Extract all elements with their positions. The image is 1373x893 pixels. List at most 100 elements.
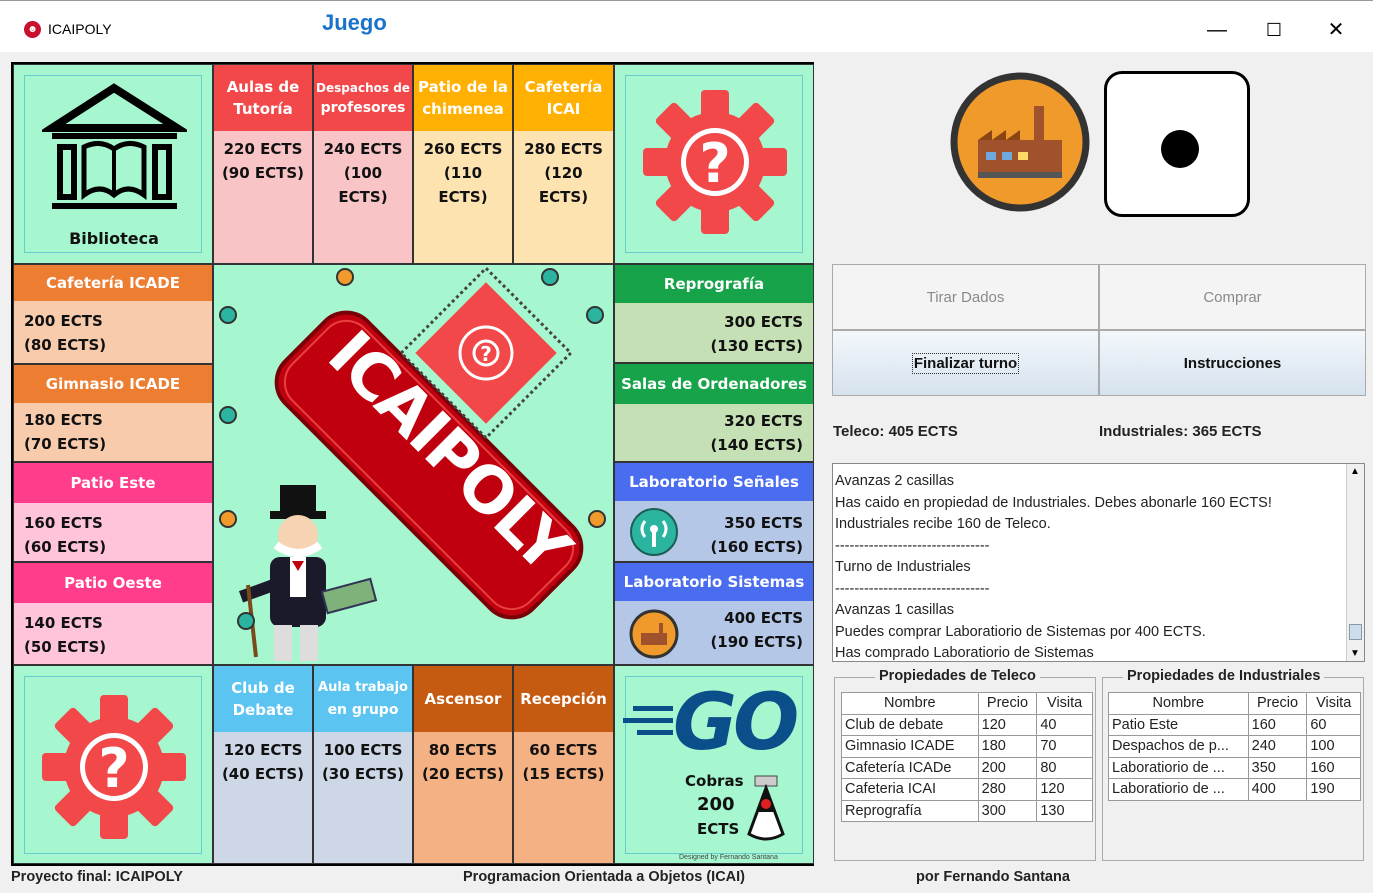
property-price: 320 ECTS <box>724 412 803 430</box>
corner-biblioteca[interactable]: Biblioteca <box>13 64 213 264</box>
property-price: 260 ECTS <box>423 140 503 158</box>
chance-gear-icon: ? <box>42 695 186 839</box>
table-row[interactable]: Club de debate 120 40 <box>841 713 1093 736</box>
svg-text:?: ? <box>480 342 492 366</box>
property-price: 120 ECTS <box>223 741 303 759</box>
library-icon <box>42 83 187 209</box>
maximize-button[interactable]: ☐ <box>1252 15 1296 45</box>
table-cell: 80 <box>1036 756 1093 779</box>
player-token-industriales <box>219 510 237 528</box>
table-cell: 120 <box>1036 778 1093 801</box>
table-cell: 120 <box>977 713 1038 736</box>
roll-dice-button[interactable]: Tirar Dados <box>832 264 1099 330</box>
instructions-button[interactable]: Instrucciones <box>1099 330 1366 396</box>
column-header[interactable]: Visita <box>1036 692 1093 715</box>
property-rent: (20 ECTS) <box>421 765 505 783</box>
property-price: 80 ECTS <box>428 741 498 759</box>
window-title: ICAIPOLY <box>48 21 112 37</box>
table-cell: 350 <box>1247 756 1308 779</box>
property-cafeteria-icade[interactable]: Cafetería ICADE 200 ECTS (80 ECTS) <box>13 264 213 364</box>
column-header[interactable]: Precio <box>977 692 1038 715</box>
property-name: ICAI <box>546 100 581 118</box>
property-rent: (50 ECTS) <box>24 638 107 656</box>
player-token-teleco <box>219 406 237 424</box>
property-name: Tutoría <box>233 100 293 118</box>
property-salas-ordenadores[interactable]: Salas de Ordenadores 320 ECTS (140 ECTS) <box>614 363 814 462</box>
table-cell: 70 <box>1036 735 1093 758</box>
minimize-button[interactable]: — <box>1195 15 1239 45</box>
teleco-properties-table: Nombre Precio Visita Club de debate 120 40 Gi… <box>841 692 1093 822</box>
log-line: Industriales recibe 160 de Teleco. <box>835 516 1051 532</box>
log-line: Avanzas 1 casillas <box>835 602 955 618</box>
property-laboratorio-senales[interactable]: Laboratorio Señales 350 ECTS (160 ECTS) <box>614 462 814 562</box>
game-heading: Juego <box>322 10 387 35</box>
teleco-properties-title: Propiedades de Teleco <box>875 668 1040 684</box>
property-name: Cafetería <box>524 78 603 96</box>
title-bar: ☻ ICAIPOLY Juego — ☐ ✕ <box>0 0 1373 52</box>
property-rent: (90 ECTS) <box>221 164 305 182</box>
table-row[interactable]: Reprografía 300 130 <box>841 799 1093 822</box>
column-header[interactable]: Precio <box>1247 692 1308 715</box>
table-row[interactable]: Despachos de p... 240 100 <box>1108 735 1361 758</box>
property-rent: (100 <box>343 164 383 182</box>
table-cell: 280 <box>977 778 1038 801</box>
property-patio-oeste[interactable]: Patio Oeste 140 ECTS (50 ECTS) <box>13 562 213 665</box>
property-gimnasio-icade[interactable]: Gimnasio ICADE 180 ECTS (70 ECTS) <box>13 364 213 462</box>
property-recepcion[interactable]: Recepción 60 ECTS (15 ECTS) <box>513 665 614 864</box>
table-cell: 240 <box>1247 735 1308 758</box>
table-cell: Reprografía <box>841 799 979 822</box>
corner-go[interactable]: GO Cobras 200 ECTS Designed by Fernando … <box>614 665 814 864</box>
property-club-debate[interactable]: Club de Debate 120 ECTS (40 ECTS) <box>213 665 313 864</box>
table-cell: 400 <box>1247 778 1308 801</box>
buy-button[interactable]: Comprar <box>1099 264 1366 330</box>
log-scrollbar[interactable]: ▲ ▼ <box>1346 464 1364 661</box>
table-cell: 300 <box>977 799 1038 822</box>
property-reprografia[interactable]: Reprografía 300 ECTS (130 ECTS) <box>614 264 814 363</box>
property-laboratorio-sistemas[interactable]: Laboratorio Sistemas 400 ECTS (190 ECTS) <box>614 562 814 665</box>
close-button[interactable]: ✕ <box>1314 15 1358 45</box>
property-price: 100 ECTS <box>323 741 403 759</box>
game-log[interactable]: Avanzas 2 casillas Has caido en propiedad… <box>832 463 1365 662</box>
property-price: 180 ECTS <box>24 411 103 429</box>
svg-text:?: ? <box>98 737 129 800</box>
table-row[interactable]: Cafeteria ICAI 280 120 <box>841 778 1093 801</box>
table-row[interactable]: Laboratiorio de ... 350 160 <box>1108 756 1361 779</box>
corner-chance-bottom[interactable]: ? <box>13 665 213 864</box>
log-line: -------------------------------- <box>835 580 990 597</box>
table-row[interactable]: Cafetería ICADe 200 80 <box>841 756 1093 779</box>
scroll-thumb[interactable] <box>1349 624 1362 640</box>
property-name: Debate <box>232 701 294 719</box>
go-unit: ECTS <box>697 820 740 838</box>
scroll-down-icon[interactable]: ▼ <box>1350 648 1360 659</box>
scroll-up-icon[interactable]: ▲ <box>1350 466 1360 477</box>
table-row[interactable]: Laboratiorio de ... 400 190 <box>1108 778 1361 801</box>
property-ascensor[interactable]: Ascensor 80 ECTS (20 ECTS) <box>413 665 513 864</box>
table-cell: 160 <box>1306 756 1361 779</box>
property-cafeteria-icai[interactable]: Cafetería ICAI 280 ECTS (120 ECTS) <box>513 64 614 264</box>
table-cell: 180 <box>977 735 1038 758</box>
player-token-industriales <box>588 510 606 528</box>
table-cell: 160 <box>1247 713 1308 736</box>
column-header[interactable]: Visita <box>1306 692 1361 715</box>
property-aula-trabajo-grupo[interactable]: Aula trabajo en grupo 100 ECTS (30 ECTS) <box>313 665 413 864</box>
property-aulas-tutoria[interactable]: Aulas de Tutoría 220 ECTS (90 ECTS) <box>213 64 313 264</box>
table-cell: Cafeteria ICAI <box>841 778 979 801</box>
table-row[interactable]: Gimnasio ICADE 180 70 <box>841 735 1093 758</box>
table-row[interactable]: Patio Este 160 60 <box>1108 713 1361 736</box>
property-name: Laboratorio Sistemas <box>615 563 813 601</box>
property-patio-este[interactable]: Patio Este 160 ECTS (60 ECTS) <box>13 462 213 562</box>
column-header[interactable]: Nombre <box>1108 692 1249 715</box>
corner-chance-top[interactable]: ? <box>614 64 814 264</box>
property-patio-chimenea[interactable]: Patio de la chimenea 260 ECTS (110 ECTS) <box>413 64 513 264</box>
property-name: Club de <box>231 679 295 697</box>
column-header[interactable]: Nombre <box>841 692 979 715</box>
table-cell: Laboratiorio de ... <box>1108 756 1249 779</box>
property-name: Reprografía <box>615 265 813 303</box>
table-cell: Gimnasio ICADE <box>841 735 979 758</box>
property-name: Patio Este <box>14 463 212 503</box>
property-name: Patio de la <box>418 78 508 96</box>
corner-biblioteca-label: Biblioteca <box>69 229 159 248</box>
property-despachos-profesores[interactable]: Despachos de profesores 240 ECTS (100 ECT… <box>313 64 413 264</box>
end-turn-button[interactable]: Finalizar turno <box>832 330 1099 396</box>
table-cell: 60 <box>1306 713 1361 736</box>
